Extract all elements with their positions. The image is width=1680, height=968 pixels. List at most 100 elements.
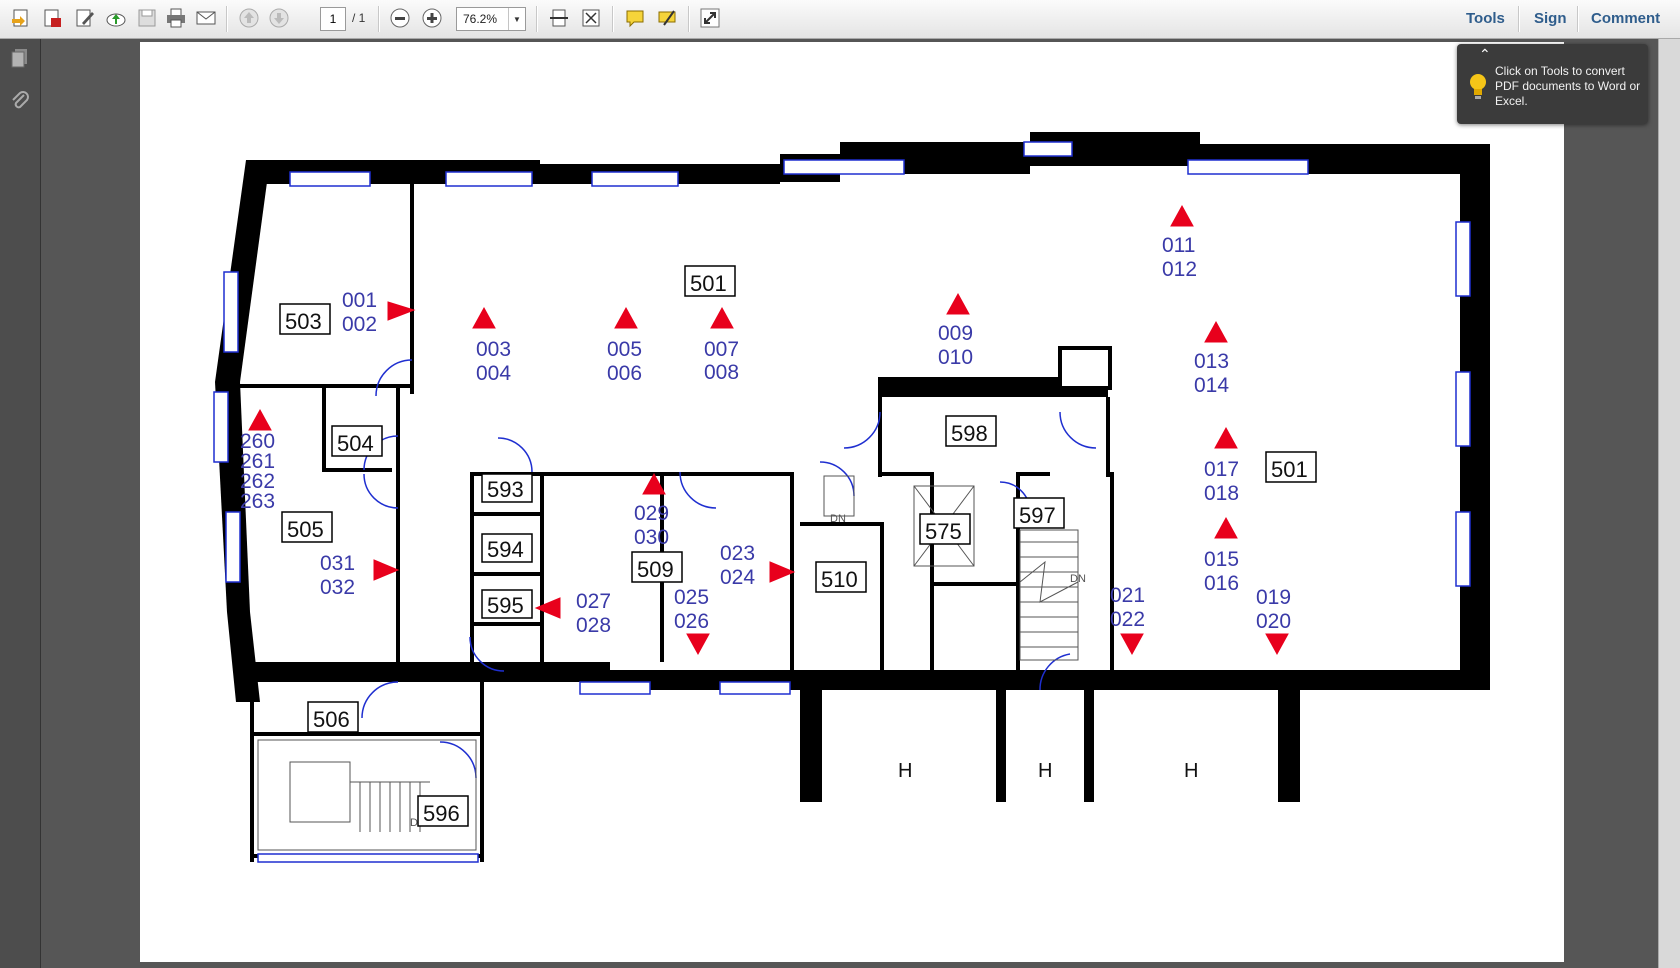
view-label: 003 bbox=[476, 338, 511, 361]
view-label: 021 bbox=[1110, 584, 1145, 607]
expand-icon[interactable] bbox=[697, 5, 723, 31]
lightbulb-icon bbox=[1470, 74, 1486, 99]
view-label: 009 bbox=[938, 322, 973, 345]
tooltip-text: Click on Tools to convert PDF documents … bbox=[1495, 64, 1641, 108]
zoom-select[interactable]: 76.2% ▼ bbox=[456, 7, 526, 31]
marker-up bbox=[1214, 426, 1238, 449]
marker-up bbox=[472, 306, 496, 329]
view-label: 008 bbox=[704, 361, 739, 384]
view-label: 001 bbox=[342, 289, 377, 312]
view-label: 030 bbox=[634, 526, 669, 549]
marker-down bbox=[1120, 633, 1144, 656]
sticky-note-icon[interactable] bbox=[622, 5, 648, 31]
room-label: 504 bbox=[337, 431, 374, 456]
edit-icon[interactable] bbox=[72, 5, 98, 31]
view-label: 027 bbox=[576, 590, 611, 613]
save-icon[interactable] bbox=[134, 5, 160, 31]
view-label: 002 bbox=[342, 313, 377, 336]
sign-link[interactable]: Sign bbox=[1534, 10, 1567, 27]
print-icon[interactable] bbox=[163, 5, 189, 31]
view-label: 010 bbox=[938, 346, 973, 369]
view-label: 024 bbox=[720, 566, 755, 589]
zoom-value: 76.2% bbox=[463, 12, 498, 26]
marker-up bbox=[1214, 516, 1238, 539]
marker-up bbox=[710, 306, 734, 329]
tools-tip-popup: ⌃ Click on Tools to convert PDF document… bbox=[1457, 44, 1648, 124]
chevron-down-icon[interactable]: ▼ bbox=[508, 8, 525, 30]
zoom-out-icon[interactable] bbox=[387, 5, 413, 31]
main-toolbar: 1 / 1 76.2% ▼ Tools Sign Comment bbox=[0, 0, 1680, 39]
room-label: 575 bbox=[925, 519, 962, 544]
view-label: 017 bbox=[1204, 458, 1239, 481]
view-label: 013 bbox=[1194, 350, 1229, 373]
stair-down-label: DN bbox=[830, 513, 846, 525]
view-label: 020 bbox=[1256, 610, 1291, 633]
h-label: H bbox=[898, 760, 912, 782]
vertical-scrollbar[interactable] bbox=[1658, 39, 1680, 968]
create-pdf-icon[interactable] bbox=[8, 5, 34, 31]
view-label: 028 bbox=[576, 614, 611, 637]
navigation-pane bbox=[0, 39, 41, 968]
room-label: 501 bbox=[1271, 457, 1308, 482]
view-label: 263 bbox=[240, 490, 275, 513]
document-page: UP DN DN DN 501 501 503 504 505 506 509 … bbox=[140, 42, 1564, 962]
tools-link[interactable]: Tools bbox=[1466, 10, 1505, 27]
room-label: 501 bbox=[690, 271, 727, 296]
previous-page-icon[interactable] bbox=[236, 5, 262, 31]
room-label: 510 bbox=[821, 567, 858, 592]
h-label: H bbox=[1038, 760, 1052, 782]
h-label: H bbox=[1184, 760, 1198, 782]
walls bbox=[215, 132, 1490, 862]
marker-up bbox=[614, 306, 638, 329]
view-label: 031 bbox=[320, 552, 355, 575]
room-label: 597 bbox=[1019, 503, 1056, 528]
room-label: 594 bbox=[487, 537, 524, 562]
marker-up bbox=[1170, 204, 1194, 227]
marker-left bbox=[534, 597, 561, 619]
floor-plan: UP DN DN DN 501 501 503 504 505 506 509 … bbox=[213, 132, 1490, 863]
room-label: 506 bbox=[313, 707, 350, 732]
zoom-in-icon[interactable] bbox=[419, 5, 445, 31]
view-label: 004 bbox=[476, 362, 511, 385]
view-label: 018 bbox=[1204, 482, 1239, 505]
view-label: 015 bbox=[1204, 548, 1239, 571]
comment-link[interactable]: Comment bbox=[1591, 10, 1660, 27]
email-icon[interactable] bbox=[193, 5, 219, 31]
view-label: 012 bbox=[1162, 258, 1197, 281]
room-label: 503 bbox=[285, 309, 322, 334]
view-label: 007 bbox=[704, 338, 739, 361]
next-page-icon[interactable] bbox=[266, 5, 292, 31]
view-label: 006 bbox=[607, 362, 642, 385]
h-labels: H H H bbox=[898, 760, 1198, 782]
room-label: 596 bbox=[423, 801, 460, 826]
view-label: 029 bbox=[634, 502, 669, 525]
view-label: 005 bbox=[607, 338, 642, 361]
room-label: 509 bbox=[637, 557, 674, 582]
marker-down bbox=[1265, 633, 1289, 656]
view-label: 026 bbox=[674, 610, 709, 633]
page-total: / 1 bbox=[352, 11, 366, 25]
view-label: 011 bbox=[1162, 234, 1195, 257]
stair-down-label: DN bbox=[1070, 573, 1086, 585]
highlight-icon[interactable] bbox=[654, 5, 680, 31]
view-label: 025 bbox=[674, 586, 709, 609]
fit-width-icon[interactable] bbox=[546, 5, 572, 31]
marker-right bbox=[373, 559, 400, 581]
chevron-up-icon[interactable]: ⌃ bbox=[1479, 46, 1491, 63]
fit-page-icon[interactable] bbox=[578, 5, 604, 31]
view-label: 016 bbox=[1204, 572, 1239, 595]
room-label: 593 bbox=[487, 477, 524, 502]
view-label: 019 bbox=[1256, 586, 1291, 609]
room-label: 595 bbox=[487, 593, 524, 618]
marker-down bbox=[686, 633, 710, 656]
page-number-input[interactable]: 1 bbox=[320, 7, 346, 31]
marker-up bbox=[1204, 320, 1228, 343]
view-label: 023 bbox=[720, 542, 755, 565]
upload-icon[interactable] bbox=[103, 5, 129, 31]
pages-icon[interactable] bbox=[9, 47, 31, 69]
room-label: 598 bbox=[951, 421, 988, 446]
marker-up bbox=[946, 292, 970, 315]
room-label: 505 bbox=[287, 517, 324, 542]
attachment-icon[interactable] bbox=[9, 89, 31, 111]
pdf-convert-icon[interactable] bbox=[40, 5, 66, 31]
